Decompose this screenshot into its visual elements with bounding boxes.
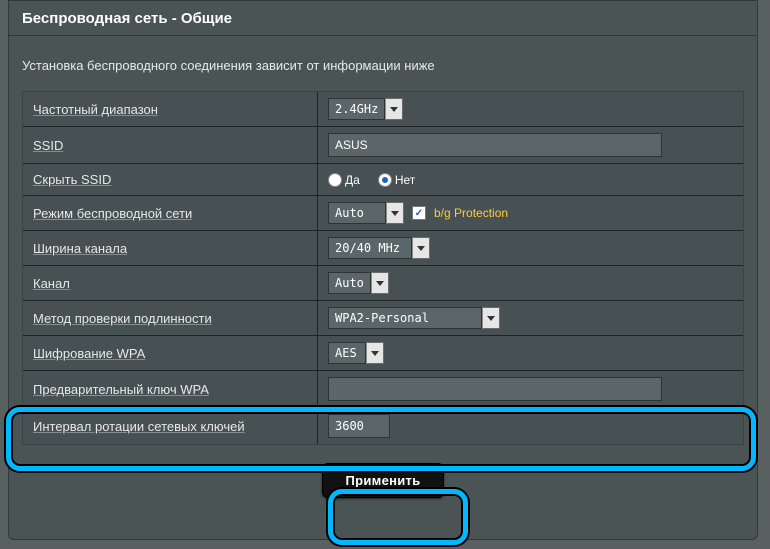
- radio-icon: [328, 173, 342, 187]
- mode-select[interactable]: Auto: [328, 202, 404, 224]
- row-hide-ssid: Скрыть SSID Да Нет: [23, 164, 743, 196]
- wpa-enc-select[interactable]: AES: [328, 342, 384, 364]
- chevron-down-icon: [366, 342, 384, 364]
- label-rekey: Интервал ротации сетевых ключей: [33, 419, 245, 434]
- label-width: Ширина канала: [33, 241, 127, 256]
- width-select[interactable]: 20/40 MHz: [328, 237, 430, 259]
- label-mode: Режим беспроводной сети: [33, 206, 192, 221]
- label-channel: Канал: [33, 276, 70, 291]
- row-mode: Режим беспроводной сети Auto ✓ b/g Prote…: [23, 196, 743, 231]
- row-auth: Метод проверки подлинности WPA2-Personal: [23, 301, 743, 336]
- settings-table: Частотный диапазон 2.4GHz SSID Скрыть SS…: [22, 91, 744, 445]
- hide-ssid-yes[interactable]: Да: [328, 173, 360, 187]
- row-psk: Предварительный ключ WPA: [23, 371, 743, 408]
- label-auth: Метод проверки подлинности: [33, 311, 212, 326]
- radio-checked-icon: [378, 173, 392, 187]
- row-wpa-enc: Шифрование WPA AES: [23, 336, 743, 371]
- hide-ssid-no[interactable]: Нет: [378, 173, 415, 187]
- row-ssid: SSID: [23, 127, 743, 164]
- bgprotect-label: b/g Protection: [434, 206, 508, 220]
- chevron-down-icon: [371, 272, 389, 294]
- band-select[interactable]: 2.4GHz: [328, 98, 403, 120]
- label-hide-ssid: Скрыть SSID: [33, 172, 111, 187]
- label-ssid: SSID: [33, 138, 63, 153]
- psk-input[interactable]: [328, 377, 662, 401]
- label-band: Частотный диапазон: [33, 102, 158, 117]
- row-width: Ширина канала 20/40 MHz: [23, 231, 743, 266]
- row-rekey: Интервал ротации сетевых ключей: [23, 408, 743, 444]
- rekey-input[interactable]: [328, 414, 390, 438]
- chevron-down-icon: [412, 237, 430, 259]
- label-psk: Предварительный ключ WPA: [33, 382, 209, 397]
- auth-select[interactable]: WPA2-Personal: [328, 307, 500, 329]
- bgprotect-checkbox[interactable]: ✓: [412, 206, 426, 220]
- ssid-input[interactable]: [328, 133, 662, 157]
- apply-button[interactable]: Применить: [322, 463, 443, 498]
- channel-select[interactable]: Auto: [328, 272, 389, 294]
- row-band: Частотный диапазон 2.4GHz: [23, 92, 743, 127]
- row-channel: Канал Auto: [23, 266, 743, 301]
- page-subtitle: Установка беспроводного соединения завис…: [8, 36, 758, 91]
- label-wpa-enc: Шифрование WPA: [33, 346, 145, 361]
- chevron-down-icon: [385, 98, 403, 120]
- page-title: Беспроводная сеть - Общие: [8, 0, 758, 36]
- chevron-down-icon: [482, 307, 500, 329]
- chevron-down-icon: [386, 202, 404, 224]
